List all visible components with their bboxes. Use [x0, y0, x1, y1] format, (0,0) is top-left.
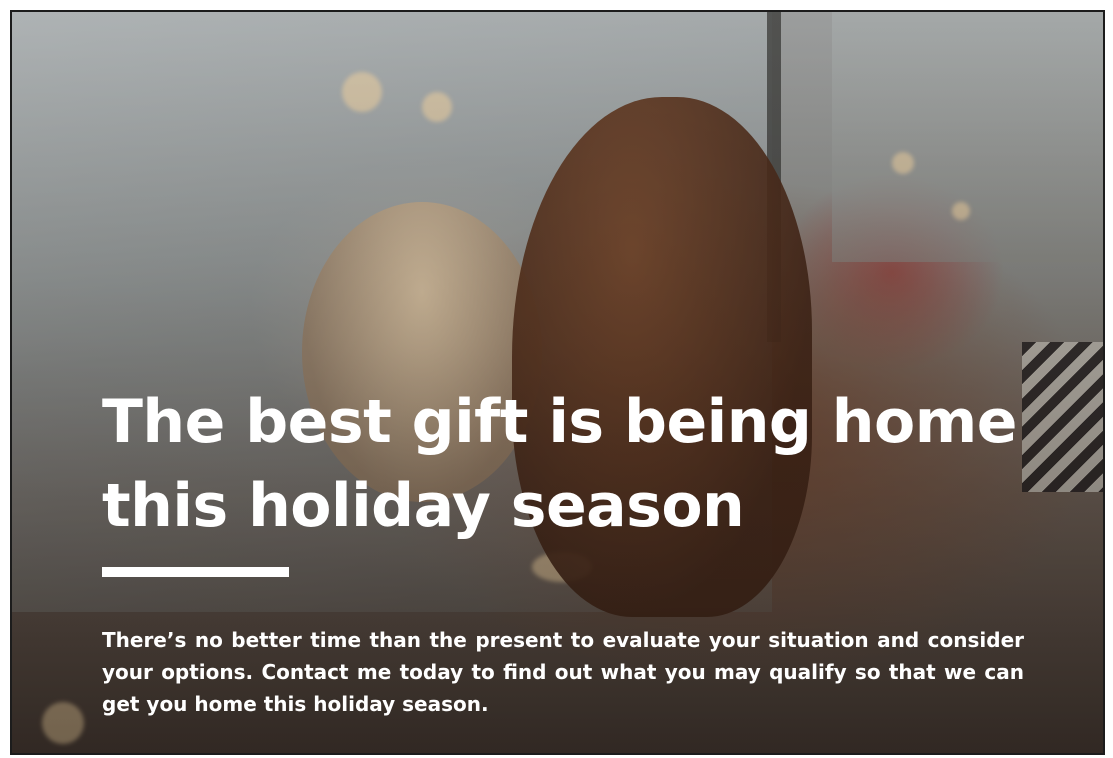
divider: [102, 567, 289, 577]
body-copy: There’s no better time than the present …: [102, 628, 1024, 716]
holiday-banner: The best gift is being home this holiday…: [10, 10, 1105, 755]
headline: The best gift is being home this holiday…: [102, 387, 1017, 541]
